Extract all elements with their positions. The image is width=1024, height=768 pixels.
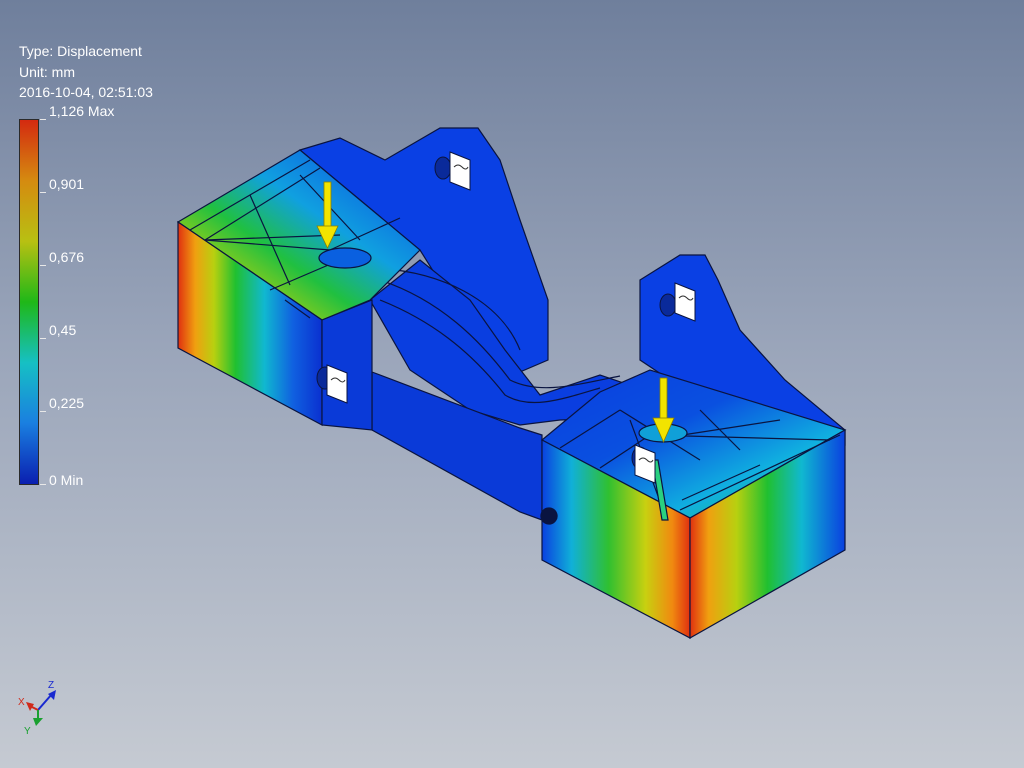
scale-tick-label: 0,45	[49, 322, 77, 338]
scale-tick	[40, 192, 46, 193]
part-body[interactable]	[176, 127, 847, 640]
scale-min-label: 0 Min	[49, 472, 84, 488]
y-arrow-icon	[33, 718, 43, 726]
notch	[540, 507, 558, 525]
scale-tick	[40, 484, 46, 485]
scale-tick-label: 0,676	[49, 249, 85, 265]
z-axis-label: Z	[48, 680, 54, 691]
mount-hole	[434, 156, 452, 180]
x-axis-label: X	[18, 697, 25, 708]
left-box-side	[321, 299, 373, 431]
axis-triad[interactable]: Z X Y	[16, 676, 66, 738]
scale-tick	[40, 119, 46, 120]
left-load-pad	[318, 247, 372, 269]
scale-tick	[40, 411, 46, 412]
scale-tick-label: 0,901	[49, 176, 85, 192]
z-axis-line	[37, 693, 53, 711]
timestamp-label: 2016-10-04, 02:51:03	[19, 84, 153, 100]
graphics-viewport[interactable]: Type: Displacement Unit: mm 2016-10-04, …	[0, 0, 1024, 768]
y-axis-label: Y	[24, 726, 31, 737]
mount-hole	[659, 293, 677, 317]
model-view[interactable]	[0, 0, 1024, 768]
result-type-label: Type: Displacement	[19, 43, 142, 59]
scale-tick	[40, 265, 46, 266]
scale-tick-label: 0,225	[49, 395, 85, 411]
scale-tick	[40, 338, 46, 339]
scale-max-label: 1,126 Max	[49, 103, 115, 119]
unit-label: Unit: mm	[19, 64, 75, 80]
color-scale-bar	[19, 119, 39, 485]
